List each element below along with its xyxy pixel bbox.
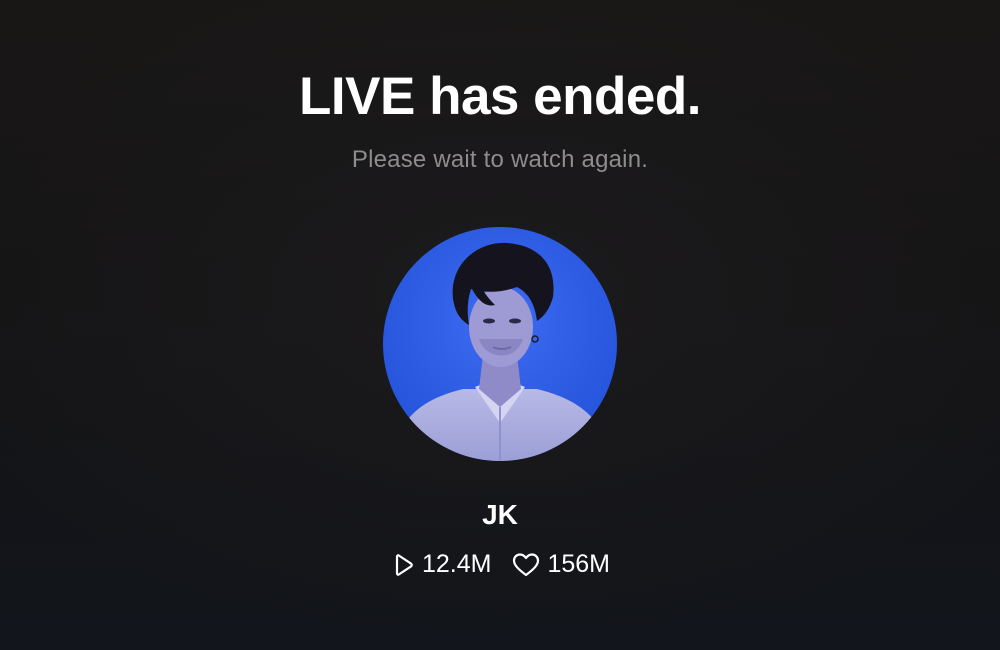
views-stat: 12.4M bbox=[390, 550, 491, 579]
profile-photo bbox=[383, 227, 617, 461]
page-title: LIVE has ended. bbox=[299, 67, 701, 126]
stats-row: 12.4M 156M bbox=[0, 550, 1000, 579]
profile-name: JK bbox=[482, 499, 518, 530]
heart-icon bbox=[513, 552, 540, 576]
page-subtitle: Please wait to watch again. bbox=[351, 146, 649, 173]
likes-stat: 156M bbox=[511, 550, 610, 579]
play-icon bbox=[395, 553, 413, 576]
avatar[interactable] bbox=[383, 227, 617, 461]
views-count: 12.4M bbox=[421, 550, 492, 578]
live-ended-screen: LIVE has ended. Please wait to watch aga… bbox=[0, 0, 1000, 650]
likes-count: 156M bbox=[547, 550, 611, 578]
